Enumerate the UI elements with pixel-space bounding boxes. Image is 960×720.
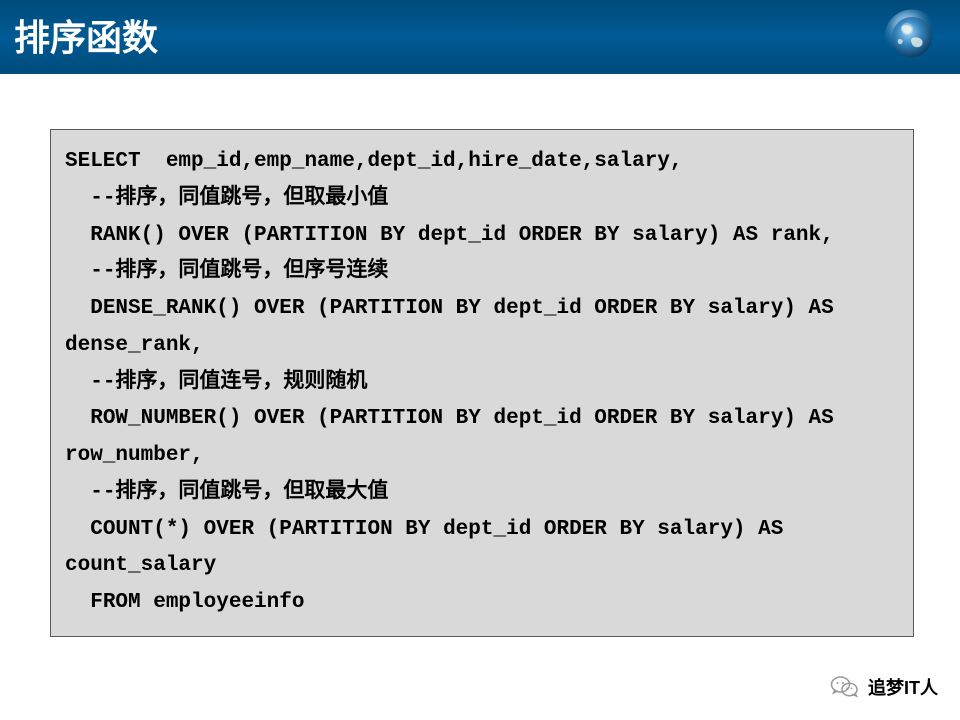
code-line: FROM employeeinfo	[65, 591, 304, 614]
watermark: 追梦IT人	[830, 672, 938, 702]
sql-code-block: SELECT emp_id,emp_name,dept_id,hire_date…	[50, 129, 914, 637]
code-line: --排序，同值跳号，但序号连续	[65, 260, 388, 283]
page-title: 排序函数	[14, 9, 158, 61]
globe-icon	[882, 7, 942, 67]
watermark-text: 追梦IT人	[868, 674, 938, 700]
content-area: SELECT emp_id,emp_name,dept_id,hire_date…	[0, 74, 960, 637]
code-line: DENSE_RANK() OVER (PARTITION BY dept_id …	[65, 297, 846, 357]
code-line: SELECT emp_id,emp_name,dept_id,hire_date…	[65, 150, 683, 173]
code-line: COUNT(*) OVER (PARTITION BY dept_id ORDE…	[65, 518, 796, 578]
code-line: --排序，同值连号，规则随机	[65, 371, 367, 394]
code-line: ROW_NUMBER() OVER (PARTITION BY dept_id …	[65, 407, 846, 467]
code-line: RANK() OVER (PARTITION BY dept_id ORDER …	[65, 224, 834, 247]
code-line: --排序，同值跳号，但取最小值	[65, 187, 388, 210]
wechat-icon	[830, 672, 860, 702]
slide-header: 排序函数	[0, 0, 960, 74]
code-line: --排序，同值跳号，但取最大值	[65, 481, 388, 504]
